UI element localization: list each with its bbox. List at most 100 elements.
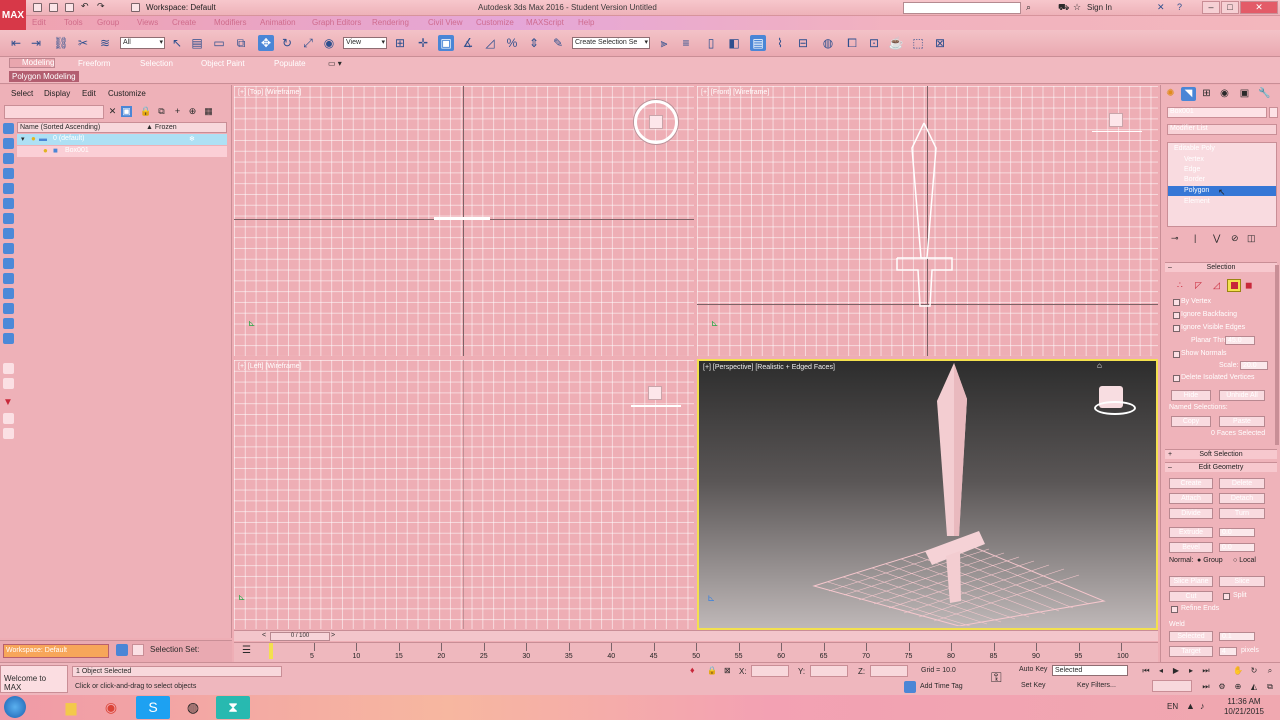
start-button[interactable] <box>4 696 26 718</box>
redo-icon[interactable]: ↷ <box>97 2 106 12</box>
3dsmax-taskbar-icon[interactable]: ⧗ <box>216 696 250 719</box>
light-bulb-icon[interactable]: ● <box>43 146 48 155</box>
modifier-list-dropdown[interactable]: Modifier List <box>1167 124 1277 135</box>
next-frame-icon[interactable]: ▸ <box>1185 666 1197 676</box>
time-config-icon[interactable]: ⚙ <box>1216 682 1228 692</box>
sync-selection-icon[interactable] <box>3 363 14 374</box>
undo-icon[interactable]: ↶ <box>81 2 90 12</box>
hide-button[interactable]: Hide <box>1171 390 1211 401</box>
close-icon[interactable]: ✕ <box>107 106 118 117</box>
stack-vertex[interactable]: Vertex <box>1184 156 1204 163</box>
track-bar[interactable]: ☰ 5 10 15 20 25 30 35 40 45 50 55 60 65 70 75 80 85 90 95 1… <box>234 642 1158 662</box>
display-spacewarps-icon[interactable] <box>3 198 14 209</box>
workspace-dropdown[interactable]: Workspace: Default <box>3 644 109 658</box>
stack-border[interactable]: Border <box>1184 176 1205 183</box>
app-logo[interactable]: MAX <box>0 0 26 30</box>
remove-modifier-icon[interactable]: ⊘ <box>1231 233 1239 244</box>
create-button[interactable]: Create <box>1169 478 1213 489</box>
display-groups-icon[interactable] <box>3 213 14 224</box>
hierarchy-tab-icon[interactable]: ⊞ <box>1199 87 1214 101</box>
display-shapes-icon[interactable] <box>3 138 14 149</box>
viewcube-ring[interactable] <box>1094 401 1136 415</box>
create-tab-icon[interactable]: ✺ <box>1163 87 1178 101</box>
light-bulb-icon[interactable]: ● <box>31 134 36 143</box>
layers-icon[interactable]: ⧉ <box>156 106 167 117</box>
menu-animation[interactable]: Animation <box>260 18 296 27</box>
key-mode-toggle-icon[interactable]: ⏭ <box>1200 682 1212 692</box>
ribbon-options-icon[interactable]: ▭ ▾ <box>328 59 342 68</box>
explorer-menu-customize[interactable]: Customize <box>108 89 146 98</box>
menu-create[interactable]: Create <box>172 18 196 27</box>
key-icon[interactable]: ⚿ <box>991 669 1002 686</box>
file-explorer-icon[interactable]: ▆ <box>54 696 88 719</box>
bevel-button[interactable]: Bevel <box>1169 542 1213 553</box>
vertex-mode-icon[interactable]: ∴ <box>1177 281 1186 290</box>
field-of-view-icon[interactable]: ◭ <box>1248 682 1260 692</box>
add-to-layer-icon[interactable]: ⊕ <box>187 106 198 117</box>
reference-coord-dropdown[interactable]: View <box>343 37 387 49</box>
render-iterative-icon[interactable]: ⬚ <box>910 35 926 51</box>
prev-frame-icon[interactable]: ◂ <box>1155 666 1167 676</box>
modify-tab-icon[interactable]: ◥ <box>1181 87 1196 101</box>
new-icon[interactable] <box>33 3 42 12</box>
local-radio[interactable]: ○ Local <box>1233 557 1256 564</box>
redo-icon[interactable]: ⇥ <box>28 35 44 51</box>
explorer-menu-select[interactable]: Select <box>11 89 33 98</box>
minimize-button[interactable]: – <box>1202 1 1220 14</box>
exchange-icon[interactable]: ✕ <box>1157 2 1165 13</box>
current-frame-field[interactable] <box>1152 680 1192 692</box>
stack-element[interactable]: Element <box>1184 198 1210 205</box>
turn-button[interactable]: Turn <box>1219 508 1265 519</box>
lock-icon[interactable]: 🔒 <box>140 106 151 117</box>
make-unique-icon[interactable]: ⋁ <box>1213 233 1220 244</box>
system-clock[interactable]: 11:36 AM 10/21/2015 <box>1216 697 1272 717</box>
select-dependents-icon[interactable] <box>3 413 14 424</box>
zoom-icon[interactable]: ⌕ <box>1264 666 1276 676</box>
freeze-icon[interactable]: ❄ <box>189 135 195 143</box>
stack-editable-poly[interactable]: Editable Poly <box>1174 145 1215 152</box>
slice-plane-button[interactable]: Slice Plane <box>1169 576 1213 587</box>
slice-button[interactable]: Slice <box>1219 576 1265 587</box>
save-icon[interactable] <box>65 3 74 12</box>
by-vertex-checkbox[interactable] <box>1173 299 1180 306</box>
menu-group[interactable]: Group <box>97 18 119 27</box>
display-xrefs-icon[interactable] <box>3 228 14 239</box>
rect-selection-icon[interactable]: ▭ <box>211 35 227 51</box>
play-icon[interactable]: ▶ <box>1170 666 1182 676</box>
viewcube[interactable] <box>1109 113 1123 127</box>
viewport-perspective[interactable]: [+] [Perspective] [Realistic + Edged Fac… <box>697 359 1158 630</box>
set-key-button[interactable]: Set Key <box>1021 682 1046 689</box>
pivot-icon[interactable]: ⊞ <box>392 35 408 51</box>
polygon-mode-icon[interactable] <box>1227 279 1241 292</box>
display-lights-icon[interactable] <box>3 153 14 164</box>
select-by-name-icon[interactable]: ▤ <box>189 35 205 51</box>
search-icon[interactable]: ⌕ <box>1026 2 1031 13</box>
display-hidden-icon[interactable] <box>3 288 14 299</box>
display-objects-icon[interactable]: ▣ <box>121 106 132 117</box>
select-rotate-icon[interactable]: ↻ <box>279 35 295 51</box>
object-row-box[interactable]: ● ■ Box001 <box>17 146 227 157</box>
viewcube[interactable] <box>648 386 662 400</box>
display-bones-icon[interactable] <box>3 243 14 254</box>
select-scale-icon[interactable]: ⤢ <box>300 35 316 51</box>
explorer-menu-display[interactable]: Display <box>44 89 70 98</box>
menu-modifiers[interactable]: Modifiers <box>214 18 246 27</box>
percent-snap-icon[interactable]: % <box>504 35 520 51</box>
bind-space-warp-icon[interactable]: ≋ <box>97 35 113 51</box>
scene-explorer-icon[interactable]: ▤ <box>750 35 766 51</box>
explorer-menu-edit[interactable]: Edit <box>82 89 96 98</box>
maxscript-listener[interactable]: Welcome to MAX <box>0 665 68 693</box>
align-icon[interactable]: ≡ <box>678 35 694 51</box>
group-radio[interactable]: ● Group <box>1197 557 1223 564</box>
render-setup-icon[interactable]: ⧠ <box>844 35 860 51</box>
angle-snap-icon[interactable]: ◿ <box>482 35 498 51</box>
rendered-frame-icon[interactable]: ⊡ <box>866 35 882 51</box>
viewport-top[interactable]: [+] [Top] [Wireframe] ⊾ <box>234 86 694 356</box>
auto-key-button[interactable]: Auto Key <box>1019 666 1047 673</box>
menu-help[interactable]: Help <box>578 18 594 27</box>
menu-graph-editors[interactable]: Graph Editors <box>312 18 361 27</box>
highlight-icon[interactable]: ▦ <box>203 106 214 117</box>
weld-threshold-spinner[interactable]: 0.1 <box>1219 632 1255 641</box>
mirror-icon[interactable]: ⫸ <box>656 35 672 51</box>
ribbon-tab-object-paint[interactable]: Object Paint <box>201 59 245 68</box>
